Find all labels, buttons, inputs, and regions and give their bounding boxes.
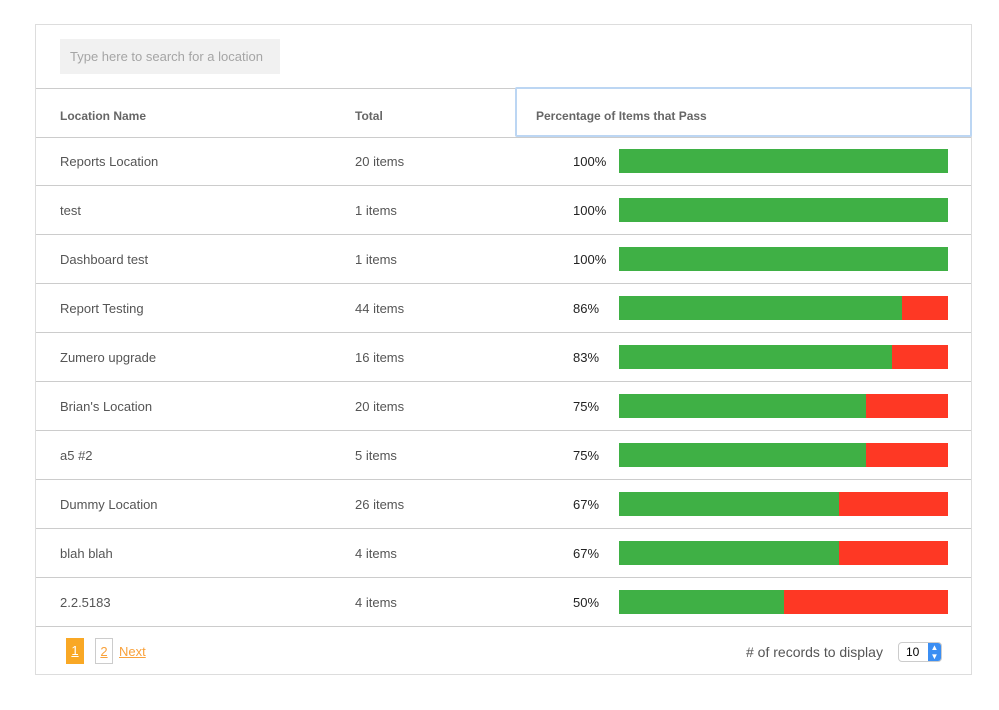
item-total: 4 items bbox=[355, 595, 397, 610]
location-name: 2.2.5183 bbox=[60, 595, 111, 610]
table-row[interactable]: Dashboard test 1 items 100% bbox=[36, 235, 971, 284]
page-1-button[interactable]: 1 bbox=[66, 638, 84, 664]
search-input[interactable] bbox=[60, 39, 280, 74]
pass-percentage: 100% bbox=[573, 203, 607, 218]
table-header: Location Name Total Percentage of Items … bbox=[36, 87, 972, 138]
pass-bar bbox=[619, 198, 948, 222]
pass-bar bbox=[619, 590, 948, 614]
item-total: 4 items bbox=[355, 546, 397, 561]
item-total: 1 items bbox=[355, 203, 397, 218]
pass-bar-fill bbox=[619, 541, 840, 565]
table-row[interactable]: Brian's Location 20 items 75% bbox=[36, 382, 971, 431]
pass-bar-fill bbox=[619, 492, 840, 516]
pass-bar bbox=[619, 149, 948, 173]
chevron-updown-icon: ▲ ▼ bbox=[928, 643, 941, 661]
pass-percentage: 50% bbox=[573, 595, 600, 610]
location-name: Brian's Location bbox=[60, 399, 153, 414]
pass-percentage: 67% bbox=[573, 497, 600, 512]
pass-bar-fill bbox=[619, 443, 866, 467]
table-row[interactable]: Dummy Location 26 items 67% bbox=[36, 480, 971, 529]
table-row[interactable]: blah blah 4 items 67% bbox=[36, 529, 971, 578]
header-location-name[interactable]: Location Name bbox=[60, 109, 146, 123]
next-page-link[interactable]: Next bbox=[119, 644, 146, 659]
location-name: Zumero upgrade bbox=[60, 350, 157, 365]
item-total: 20 items bbox=[355, 154, 405, 169]
pass-bar-fill bbox=[619, 296, 902, 320]
pass-percentage: 67% bbox=[573, 546, 600, 561]
pass-bar-fill bbox=[619, 149, 948, 173]
records-value: 10 bbox=[906, 645, 920, 659]
location-name: a5 #2 bbox=[60, 448, 93, 463]
locations-panel: Location Name Total Percentage of Items … bbox=[35, 24, 972, 675]
location-name: test bbox=[60, 203, 81, 218]
pass-percentage: 75% bbox=[573, 399, 600, 414]
header-total[interactable]: Total bbox=[355, 109, 383, 123]
pass-bar-fill bbox=[619, 247, 948, 271]
pass-bar-fill bbox=[619, 345, 893, 369]
pass-bar-fill bbox=[619, 394, 866, 418]
location-name: blah blah bbox=[60, 546, 113, 561]
records-select[interactable]: 10 ▲ ▼ bbox=[898, 642, 942, 662]
pass-bar bbox=[619, 443, 948, 467]
pass-percentage: 100% bbox=[573, 154, 607, 169]
table-row[interactable]: Report Testing 44 items 86% bbox=[36, 284, 971, 333]
item-total: 1 items bbox=[355, 252, 397, 267]
focus-ring bbox=[515, 87, 972, 137]
table-footer: 1 2 Next # of records to display 10 ▲ ▼ bbox=[36, 628, 971, 674]
item-total: 20 items bbox=[355, 399, 405, 414]
location-name: Report Testing bbox=[60, 301, 144, 316]
table-row[interactable]: Reports Location 20 items 100% bbox=[36, 137, 971, 186]
location-name: Reports Location bbox=[60, 154, 159, 169]
page-2-button[interactable]: 2 bbox=[95, 638, 113, 664]
item-total: 16 items bbox=[355, 350, 405, 365]
pass-bar-fill bbox=[619, 590, 784, 614]
table-row[interactable]: Zumero upgrade 16 items 83% bbox=[36, 333, 971, 382]
item-total: 5 items bbox=[355, 448, 397, 463]
item-total: 44 items bbox=[355, 301, 405, 316]
pass-bar-fill bbox=[619, 198, 948, 222]
item-total: 26 items bbox=[355, 497, 405, 512]
pass-percentage: 100% bbox=[573, 252, 607, 267]
table-row[interactable]: 2.2.5183 4 items 50% bbox=[36, 578, 971, 627]
pass-bar bbox=[619, 541, 948, 565]
pass-percentage: 86% bbox=[573, 301, 600, 316]
pass-bar bbox=[619, 492, 948, 516]
table-row[interactable]: test 1 items 100% bbox=[36, 186, 971, 235]
location-name: Dashboard test bbox=[60, 252, 149, 267]
pass-bar bbox=[619, 296, 948, 320]
table-row[interactable]: a5 #2 5 items 75% bbox=[36, 431, 971, 480]
pass-percentage: 83% bbox=[573, 350, 600, 365]
pass-bar bbox=[619, 345, 948, 369]
pass-bar bbox=[619, 247, 948, 271]
pass-percentage: 75% bbox=[573, 448, 600, 463]
records-label: # of records to display bbox=[746, 644, 883, 660]
location-name: Dummy Location bbox=[60, 497, 158, 512]
pass-bar bbox=[619, 394, 948, 418]
